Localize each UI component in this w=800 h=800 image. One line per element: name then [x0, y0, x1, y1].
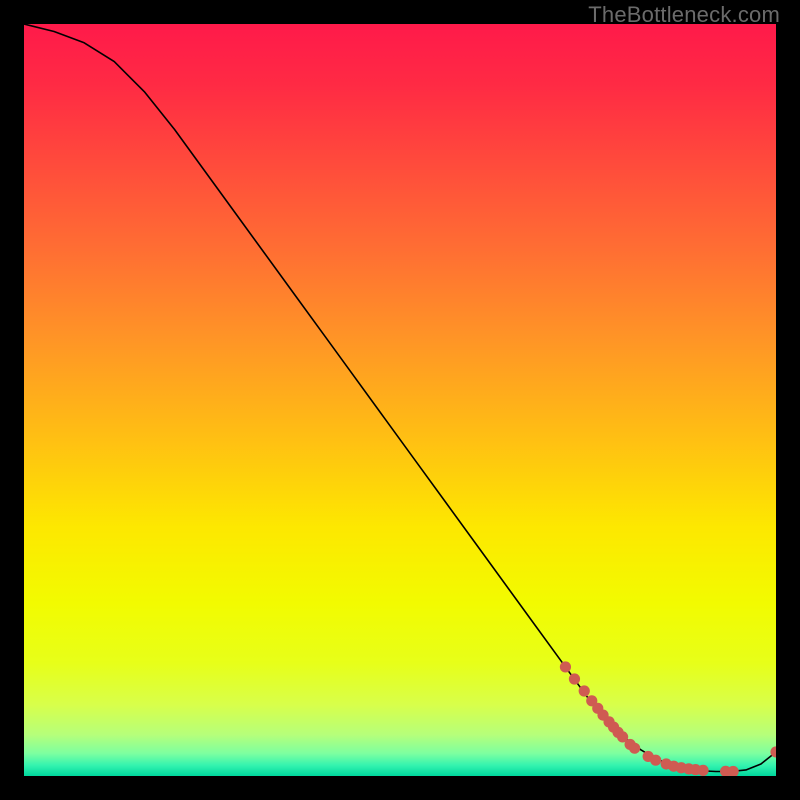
highlight-point: [579, 685, 590, 696]
highlight-point: [697, 765, 708, 776]
chart-plot-area: [24, 24, 776, 776]
highlight-point: [560, 661, 571, 672]
highlight-point: [650, 755, 661, 766]
chart-gradient-bg: [24, 24, 776, 776]
chart-stage: TheBottleneck.com: [0, 0, 800, 800]
highlight-point: [629, 743, 640, 754]
chart-svg: [24, 24, 776, 776]
highlight-point: [569, 673, 580, 684]
